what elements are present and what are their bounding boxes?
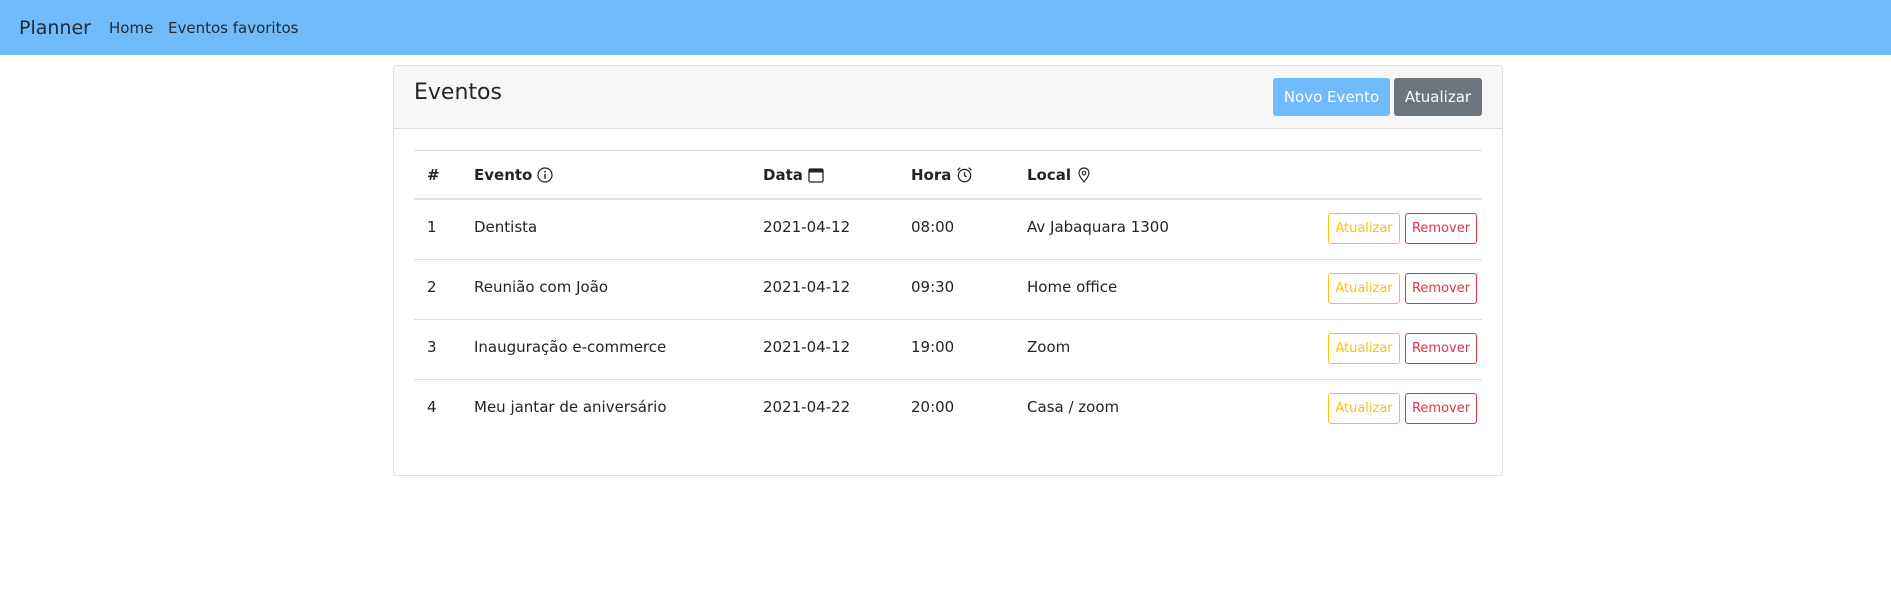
remove-button[interactable]: Remover [1405,393,1477,424]
table-row: 2 Reunião com João 2021-04-12 09:30 Home… [414,260,1482,320]
header-date: Data [763,151,824,198]
events-table: # Evento Data Hora Local 1 Dentista 2021… [414,150,1482,440]
row-date: 2021-04-12 [763,277,851,296]
header-date-label: Data [763,165,803,184]
row-event: Meu jantar de aniversário [474,398,667,416]
refresh-button[interactable]: Atualizar [1394,78,1482,116]
table-row: 4 Meu jantar de aniversário 2021-04-22 2… [414,380,1482,440]
row-event: Dentista [474,217,538,236]
remove-button[interactable]: Remover [1405,213,1477,244]
remove-button[interactable]: Remover [1405,333,1477,364]
row-location: Zoom [1027,337,1071,356]
header-event-label: Evento [474,165,533,184]
header-hour-label: Hora [911,165,952,184]
header-event: Evento [474,151,553,198]
map-pin-icon [1076,166,1092,183]
header-location-label: Local [1027,165,1072,184]
row-date: 2021-04-12 [763,337,851,356]
row-hour: 19:00 [911,337,955,356]
info-icon [537,166,553,183]
brand-link[interactable]: Planner [19,0,91,55]
row-hour: 08:00 [911,217,955,236]
table-row: 3 Inauguração e-commerce 2021-04-12 19:0… [414,320,1482,380]
row-hour: 20:00 [911,398,955,416]
new-event-button[interactable]: Novo Evento [1273,78,1390,116]
header-num: # [427,165,440,184]
nav-link-home[interactable]: Home [109,0,153,55]
card-header: Eventos Novo Evento Atualizar [394,66,1502,129]
row-location: Casa / zoom [1027,398,1120,416]
navbar: Planner Home Eventos favoritos [0,0,1891,55]
row-num: 3 [427,337,437,356]
row-date: 2021-04-12 [763,217,851,236]
table-header: # Evento Data Hora Local [414,150,1482,200]
row-num: 4 [427,398,437,416]
nav-link-eventos-favoritos[interactable]: Eventos favoritos [168,0,298,55]
alarm-clock-icon [956,166,973,183]
header-location: Local [1027,151,1092,198]
calendar-icon [808,167,824,183]
update-button[interactable]: Atualizar [1328,273,1400,304]
update-button[interactable]: Atualizar [1328,333,1400,364]
row-num: 1 [427,217,437,236]
update-button[interactable]: Atualizar [1328,213,1400,244]
row-location: Av Jabaquara 1300 [1027,217,1169,236]
row-hour: 09:30 [911,277,955,296]
table-row: 1 Dentista 2021-04-12 08:00 Av Jabaquara… [414,200,1482,260]
card-title: Eventos [414,80,502,105]
row-event: Reunião com João [474,277,609,296]
events-card: Eventos Novo Evento Atualizar # Evento D… [393,65,1503,476]
header-hour: Hora [911,151,973,198]
row-location: Home office [1027,277,1118,296]
remove-button[interactable]: Remover [1405,273,1477,304]
update-button[interactable]: Atualizar [1328,393,1400,424]
row-date: 2021-04-22 [763,398,851,416]
row-event: Inauguração e-commerce [474,337,667,356]
row-num: 2 [427,277,437,296]
